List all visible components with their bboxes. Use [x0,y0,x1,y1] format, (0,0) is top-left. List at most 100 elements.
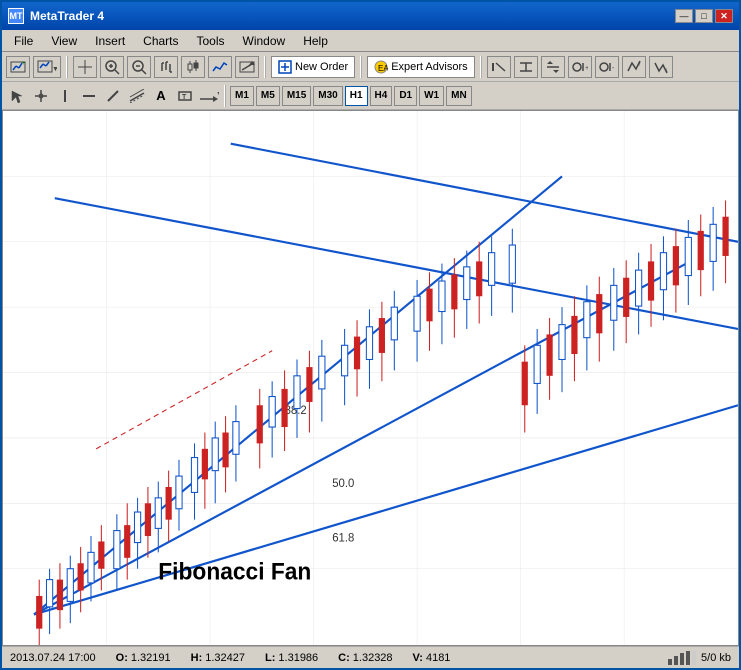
timeframe-m30[interactable]: M30 [313,86,342,106]
timeframe-m15[interactable]: M15 [282,86,311,106]
horizontal-line-tool[interactable] [78,85,100,107]
sep2 [264,56,266,78]
text-tool[interactable]: A [150,85,172,107]
svg-text:▼: ▼ [52,66,57,73]
period-sep-btn2[interactable] [514,56,538,78]
trendline-icon [106,89,120,103]
titlebar-left: MT MetaTrader 4 [8,8,104,24]
expert-advisors-icon: EA [374,60,388,74]
main-window: MT MetaTrader 4 — □ ✕ File View Insert C… [0,0,741,670]
period-sep-icon3 [545,59,561,75]
chart-candle-icon [185,59,201,75]
svg-text:+: + [585,65,588,72]
svg-text:61.8: 61.8 [332,531,354,544]
status-high: H: 1.32427 [191,652,245,664]
window-title: MetaTrader 4 [30,9,104,23]
menu-view[interactable]: View [43,32,85,50]
chart-area[interactable]: 38.2 50.0 61.8 [2,110,739,646]
new-order-button[interactable]: New Order [271,56,355,78]
menu-tools[interactable]: Tools [189,32,233,50]
status-volume: V: 4181 [413,652,451,664]
zoom-in-icon [104,59,120,75]
status-close: C: 1.32328 [338,652,392,664]
high-label: H: [191,652,203,664]
crosshair-tool[interactable] [30,85,52,107]
svg-text:↓: ↓ [665,67,669,74]
chart-candle-button[interactable] [181,56,205,78]
timeframe-w1[interactable]: W1 [419,86,444,106]
high-value: 1.32427 [205,652,245,664]
cursor-icon [10,89,24,103]
svg-text:T: T [182,94,187,101]
timeframe-h1[interactable]: H1 [345,86,368,106]
chart-bar-button[interactable] [154,56,178,78]
timeframe-m1[interactable]: M1 [230,86,254,106]
zoom-out-icon [131,59,147,75]
crosshair-icon [77,59,93,75]
chart-scroll-button[interactable] [235,56,259,78]
volume-value: 4181 [426,652,450,664]
maximize-button[interactable]: □ [695,9,713,23]
text-label-tool[interactable]: T [174,85,196,107]
menubar: File View Insert Charts Tools Window Hel… [2,30,739,52]
new-chart-icon: + [10,59,26,75]
sep4 [480,56,482,78]
period-sep-btn5[interactable]: - [595,56,619,78]
status-open: O: 1.32191 [116,652,171,664]
chart-line-button[interactable] [208,56,232,78]
text-tool-label: A [156,88,165,103]
period-sep-btn6[interactable]: ↑ [622,56,646,78]
titlebar-controls: — □ ✕ [675,9,733,23]
vertical-line-tool[interactable] [54,85,76,107]
info-text: 5/0 kb [701,651,731,663]
templates-button[interactable]: ▼ [33,56,61,78]
timeframe-m5[interactable]: M5 [256,86,280,106]
svg-text:↑: ↑ [638,61,642,68]
expert-advisors-label: Expert Advisors [391,61,467,73]
period-sep-btn1[interactable] [487,56,511,78]
signal-icon [668,651,698,665]
equidistant-icon [129,89,145,103]
timeframe-mn[interactable]: MN [446,86,472,106]
chart-bar-icon [158,59,174,75]
svg-text:+: + [22,61,26,67]
new-order-label: New Order [295,61,348,73]
arrow-icon: ▼ [199,89,219,103]
menu-insert[interactable]: Insert [87,32,133,50]
close-label: C: [338,652,350,664]
period-sep-btn7[interactable]: ↓ [649,56,673,78]
menu-window[interactable]: Window [235,32,294,50]
crosshair-tool-icon [34,89,48,103]
chart-line-icon [212,59,228,75]
minimize-button[interactable]: — [675,9,693,23]
expert-advisors-button[interactable]: EA Expert Advisors [367,56,474,78]
low-label: L: [265,652,275,664]
close-button[interactable]: ✕ [715,9,733,23]
svg-text:EA: EA [378,64,388,73]
trendline-tool[interactable] [102,85,124,107]
menu-charts[interactable]: Charts [135,32,186,50]
cursor-tool[interactable] [6,85,28,107]
low-value: 1.31986 [278,652,318,664]
crosshair-button[interactable] [73,56,97,78]
zoom-out-button[interactable] [127,56,151,78]
period-sep-btn3[interactable] [541,56,565,78]
menu-help[interactable]: Help [295,32,336,50]
close-value: 1.32328 [353,652,393,664]
equidistant-tool[interactable] [126,85,148,107]
svg-text:-: - [612,65,615,72]
zoom-in-button[interactable] [100,56,124,78]
timeframe-d1[interactable]: D1 [394,86,417,106]
timeframe-h4[interactable]: H4 [370,86,393,106]
sep1 [66,56,68,78]
volume-label: V: [413,652,423,664]
app-icon: MT [8,8,24,24]
svg-text:▼: ▼ [216,91,219,98]
new-chart-button[interactable]: + [6,56,30,78]
period-sep-btn4[interactable]: + [568,56,592,78]
chart-scroll-icon [239,59,255,75]
arrow-tool[interactable]: ▼ [198,85,220,107]
main-area: 38.2 50.0 61.8 [2,110,739,646]
period-sep-icon7: ↓ [653,59,669,75]
menu-file[interactable]: File [6,32,41,50]
